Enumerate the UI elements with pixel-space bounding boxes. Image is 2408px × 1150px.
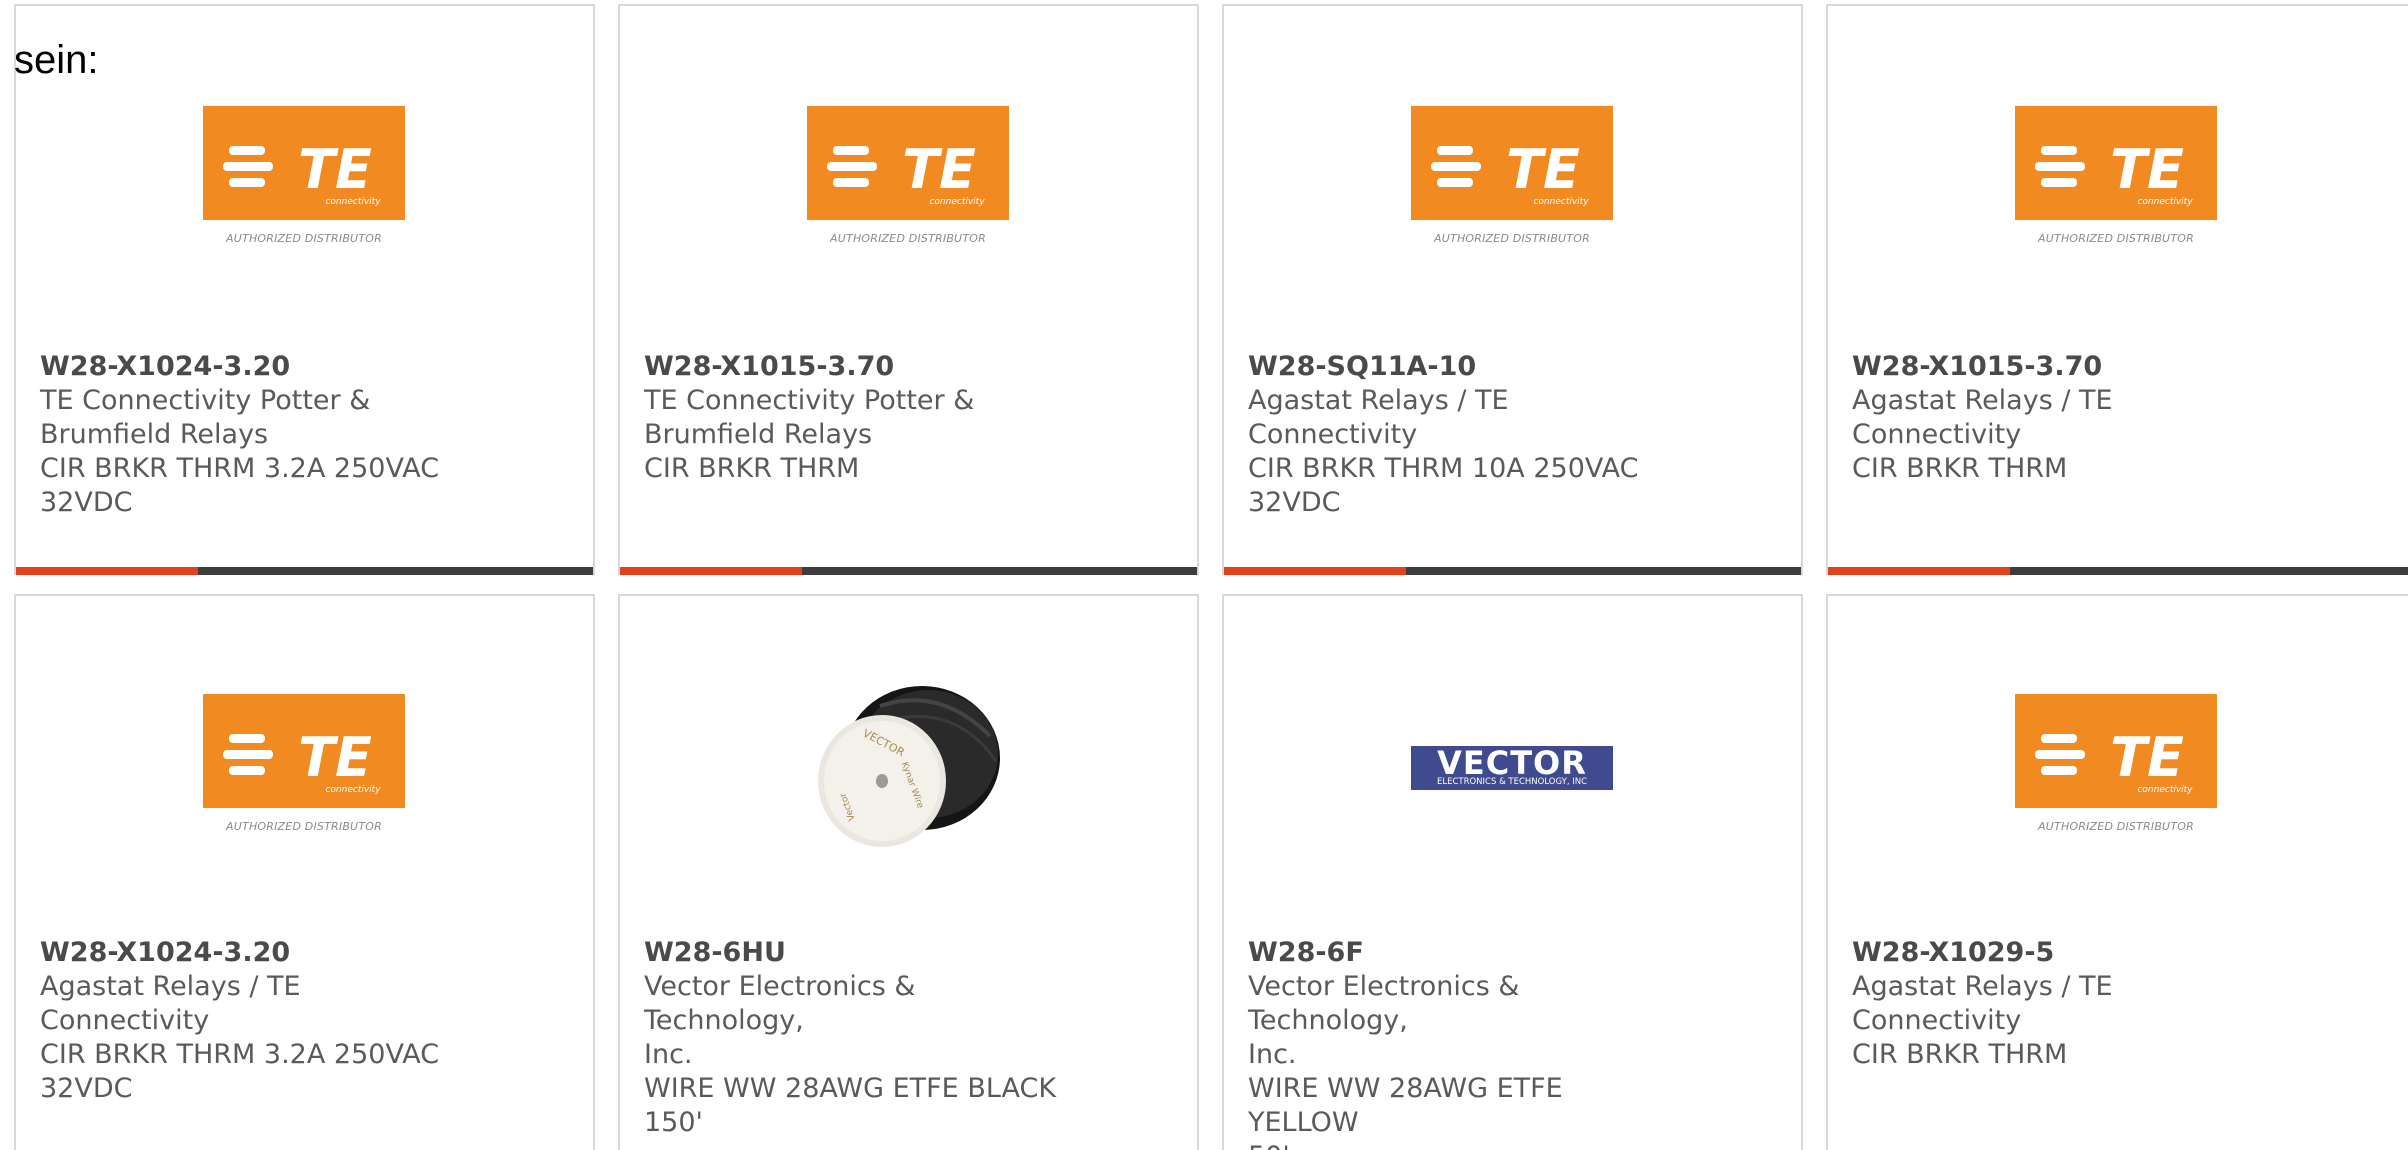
product-info: W28-SQ11A-10 Agastat Relays / TE Connect… <box>1248 350 1668 520</box>
svg-text:TE: TE <box>298 138 372 201</box>
manufacturer-line: TE Connectivity Potter & <box>40 385 371 416</box>
te-logo-badge: TE connectivity <box>807 106 1009 220</box>
authorized-distributor-label: AUTHORIZED DISTRIBUTOR <box>1434 232 1590 245</box>
product-card[interactable]: VECTOR Kynar Wire Vector W28-6HU Vector … <box>618 594 1199 1150</box>
vector-logo-icon: VECTOR ELECTRONICS & TECHNOLOGY, INC <box>1411 746 1613 790</box>
svg-text:TE: TE <box>1506 138 1580 201</box>
manufacturer-line: Brumfield Relays <box>40 419 269 450</box>
manufacturer-line: Brumfield Relays <box>644 419 873 450</box>
card-accent <box>1828 567 2010 575</box>
svg-text:connectivity: connectivity <box>2137 197 2193 207</box>
card-footer-bar <box>16 567 593 575</box>
manufacturer-line: Agastat Relays / TE Connectivity <box>40 971 301 1036</box>
description-line: CIR BRKR THRM 10A 250VAC <box>1248 453 1639 484</box>
part-number[interactable]: W28-6F <box>1248 936 1668 970</box>
card-accent <box>16 567 198 575</box>
product-card[interactable]: VECTOR ELECTRONICS & TECHNOLOGY, INC W28… <box>1222 594 1803 1150</box>
product-card[interactable]: TE connectivity AUTHORIZED DISTRIBUTOR W28… <box>14 4 595 575</box>
svg-text:TE: TE <box>2110 138 2184 201</box>
vector-logo-brand: VECTOR <box>1437 744 1587 782</box>
part-number[interactable]: W28-6HU <box>644 936 1064 970</box>
svg-text:connectivity: connectivity <box>2137 785 2193 795</box>
authorized-distributor-label: AUTHORIZED DISTRIBUTOR <box>226 820 382 833</box>
te-logo-badge: TE connectivity <box>2015 106 2217 220</box>
te-logo-icon: TE connectivity AUTHORIZED DISTRIBUTOR <box>203 106 405 256</box>
te-logo-badge: TE connectivity <box>203 694 405 808</box>
description-line: CIR BRKR THRM 3.2A 250VAC <box>40 453 440 484</box>
product-grid-page: sein: TE connectivity AUTHORIZED DISTRIBUT… <box>0 0 2408 1150</box>
card-accent <box>1224 567 1406 575</box>
part-number[interactable]: W28-X1015-3.70 <box>644 350 1064 384</box>
product-info: W28-6HU Vector Electronics & Technology,… <box>644 936 1064 1140</box>
te-logo-icon: TE connectivity AUTHORIZED DISTRIBUTOR <box>2015 694 2217 844</box>
manufacturer-line: Inc. <box>1248 1039 1297 1070</box>
svg-text:TE: TE <box>2110 726 2184 789</box>
svg-text:TE: TE <box>298 726 372 789</box>
part-number[interactable]: W28-X1029-5 <box>1852 936 2272 970</box>
description-line: 150' <box>644 1107 703 1138</box>
product-card[interactable]: TE connectivity AUTHORIZED DISTRIBUTOR W28… <box>1222 4 1803 575</box>
vector-logo-tagline: ELECTRONICS & TECHNOLOGY, INC <box>1436 777 1588 787</box>
authorized-distributor-label: AUTHORIZED DISTRIBUTOR <box>2038 232 2194 245</box>
product-card[interactable]: TE connectivity AUTHORIZED DISTRIBUTOR W28… <box>1826 4 2408 575</box>
svg-text:connectivity: connectivity <box>325 785 381 795</box>
description-line: CIR BRKR THRM 3.2A 250VAC <box>40 1039 440 1070</box>
product-info: W28-X1024-3.20 TE Connectivity Potter & … <box>40 350 460 520</box>
manufacturer-line: Agastat Relays / TE Connectivity <box>1852 971 2113 1036</box>
manufacturer-line: Agastat Relays / TE Connectivity <box>1852 385 2113 450</box>
svg-text:connectivity: connectivity <box>325 197 381 207</box>
svg-text:connectivity: connectivity <box>929 197 985 207</box>
svg-text:connectivity: connectivity <box>1533 197 1589 207</box>
product-card[interactable]: TE connectivity AUTHORIZED DISTRIBUTOR W28… <box>618 4 1199 575</box>
te-logo-badge: TE connectivity <box>2015 694 2217 808</box>
card-footer-bar <box>1828 567 2408 575</box>
manufacturer-line: Inc. <box>644 1039 693 1070</box>
te-logo-badge: TE connectivity <box>1411 106 1613 220</box>
product-info: W28-X1015-3.70 Agastat Relays / TE Conne… <box>1852 350 2272 486</box>
part-number[interactable]: W28-SQ11A-10 <box>1248 350 1668 384</box>
description-line: 32VDC <box>40 1073 133 1104</box>
description-line: 32VDC <box>1248 487 1341 518</box>
te-logo-icon: TE connectivity AUTHORIZED DISTRIBUTOR <box>203 694 405 844</box>
description-line: 50' <box>1248 1140 1668 1150</box>
product-info: W28-X1029-5 Agastat Relays / TE Connecti… <box>1852 936 2272 1072</box>
te-logo-badge: TE connectivity <box>203 106 405 220</box>
manufacturer-line: Agastat Relays / TE Connectivity <box>1248 385 1509 450</box>
te-logo-icon: TE connectivity AUTHORIZED DISTRIBUTOR <box>807 106 1009 256</box>
description-line: WIRE WW 28AWG ETFE YELLOW <box>1248 1073 1563 1138</box>
authorized-distributor-label: AUTHORIZED DISTRIBUTOR <box>830 232 986 245</box>
card-footer-bar <box>1224 567 1801 575</box>
description-line: CIR BRKR THRM <box>1852 1039 2068 1070</box>
product-card[interactable]: TE connectivity AUTHORIZED DISTRIBUTOR W28… <box>1826 594 2408 1150</box>
part-number[interactable]: W28-X1015-3.70 <box>1852 350 2272 384</box>
wire-spool-icon: VECTOR Kynar Wire Vector <box>810 666 1006 862</box>
te-logo-icon: TE connectivity AUTHORIZED DISTRIBUTOR <box>1411 106 1613 256</box>
manufacturer-line: Vector Electronics & Technology, <box>1248 971 1520 1036</box>
product-card[interactable]: TE connectivity AUTHORIZED DISTRIBUTOR W28… <box>14 594 595 1150</box>
description-line: WIRE WW 28AWG ETFE BLACK <box>644 1073 1057 1104</box>
description-line: 32VDC <box>40 487 133 518</box>
description-line: CIR BRKR THRM <box>644 453 860 484</box>
part-number[interactable]: W28-X1024-3.20 <box>40 936 460 970</box>
product-info: W28-X1024-3.20 Agastat Relays / TE Conne… <box>40 936 460 1106</box>
authorized-distributor-label: AUTHORIZED DISTRIBUTOR <box>2038 820 2194 833</box>
product-info: W28-X1015-3.70 TE Connectivity Potter & … <box>644 350 1064 486</box>
card-footer-bar <box>620 567 1197 575</box>
svg-text:TE: TE <box>902 138 976 201</box>
product-info: W28-6F Vector Electronics & Technology, … <box>1248 936 1668 1150</box>
authorized-distributor-label: AUTHORIZED DISTRIBUTOR <box>226 232 382 245</box>
description-line: CIR BRKR THRM <box>1852 453 2068 484</box>
te-logo-icon: TE connectivity AUTHORIZED DISTRIBUTOR <box>2015 106 2217 256</box>
card-accent <box>620 567 802 575</box>
manufacturer-line: TE Connectivity Potter & <box>644 385 975 416</box>
intro-text: sein: <box>14 38 99 82</box>
manufacturer-line: Vector Electronics & Technology, <box>644 971 916 1036</box>
part-number[interactable]: W28-X1024-3.20 <box>40 350 460 384</box>
